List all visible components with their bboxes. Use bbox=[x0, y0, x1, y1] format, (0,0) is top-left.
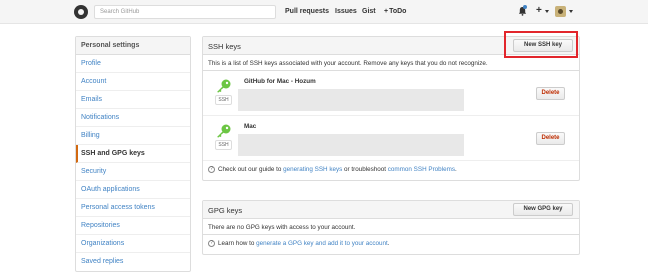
ssh-help-mid: or troubleshoot bbox=[342, 166, 388, 174]
sidebar-item-security[interactable]: Security bbox=[76, 163, 190, 181]
nav-pull-requests[interactable]: Pull requests bbox=[285, 8, 329, 15]
sidebar-item-profile[interactable]: Profile bbox=[76, 55, 190, 73]
create-new-icon[interactable]: + bbox=[536, 5, 542, 16]
key-fingerprint-redacted bbox=[238, 89, 464, 111]
generate-gpg-key-link[interactable]: generate a GPG key and add it to your ac… bbox=[256, 240, 388, 247]
chevron-down-icon[interactable] bbox=[569, 10, 573, 13]
sidebar-item-oauth-applications[interactable]: OAuth applications bbox=[76, 181, 190, 199]
github-logo-icon[interactable] bbox=[74, 5, 88, 19]
common-ssh-problems-link[interactable]: common SSH Problems bbox=[388, 166, 455, 173]
new-gpg-key-button[interactable]: New GPG key bbox=[513, 203, 573, 216]
nav-todo[interactable]: +ToDo bbox=[384, 8, 406, 15]
sidebar-item-notifications[interactable]: Notifications bbox=[76, 109, 190, 127]
sidebar-item-emails[interactable]: Emails bbox=[76, 91, 190, 109]
avatar[interactable] bbox=[555, 6, 566, 17]
delete-key-button[interactable]: Delete bbox=[536, 87, 565, 100]
sidebar-item-repositories[interactable]: Repositories bbox=[76, 217, 190, 235]
key-type-badge: SSH bbox=[215, 95, 232, 105]
sidebar-item-account[interactable]: Account bbox=[76, 73, 190, 91]
question-circle-icon: ? bbox=[208, 166, 215, 173]
ssh-keys-help: ? Check out our guide to generating SSH k… bbox=[203, 161, 579, 180]
key-fingerprint-redacted bbox=[238, 134, 464, 156]
ssh-keys-title: SSH keys bbox=[208, 42, 241, 51]
nav-gist[interactable]: Gist bbox=[362, 8, 376, 15]
gpg-keys-header: GPG keys New GPG key bbox=[203, 201, 579, 219]
ssh-key-row: SSH Mac Delete bbox=[203, 116, 579, 161]
gpg-keys-title: GPG keys bbox=[208, 206, 243, 215]
ssh-help-prefix: Check out our guide to bbox=[218, 166, 284, 174]
ssh-key-title: Mac bbox=[244, 123, 257, 130]
sidebar-item-billing[interactable]: Billing bbox=[76, 127, 190, 145]
key-icon bbox=[217, 124, 231, 138]
generating-ssh-keys-link[interactable]: generating SSH keys bbox=[283, 166, 342, 173]
search-input[interactable]: Search GitHub bbox=[94, 5, 276, 19]
plus-icon: + bbox=[384, 8, 389, 15]
top-header: Search GitHub Pull requests Issues Gist … bbox=[0, 0, 648, 24]
ssh-key-title: GitHub for Mac - Hozum bbox=[244, 78, 316, 85]
annotation-highlight bbox=[504, 31, 578, 58]
sidebar-item-personal-access-tokens[interactable]: Personal access tokens bbox=[76, 199, 190, 217]
sidebar-item-saved-replies[interactable]: Saved replies bbox=[76, 253, 190, 271]
question-circle-icon: ? bbox=[208, 240, 215, 247]
ssh-help-suffix: . bbox=[454, 166, 457, 174]
delete-key-button[interactable]: Delete bbox=[536, 132, 565, 145]
gpg-help-prefix: Learn how to bbox=[218, 240, 257, 248]
gpg-keys-panel: GPG keys New GPG key There are no GPG ke… bbox=[202, 200, 580, 255]
nav-issues[interactable]: Issues bbox=[335, 8, 357, 15]
nav-todo-label: ToDo bbox=[389, 8, 407, 15]
gpg-keys-help: ? Learn how to generate a GPG key and add… bbox=[203, 235, 579, 254]
sidebar-title: Personal settings bbox=[76, 37, 190, 55]
key-icon bbox=[217, 79, 231, 93]
key-type-badge: SSH bbox=[215, 140, 232, 150]
settings-sidebar: Personal settings Profile Account Emails… bbox=[75, 36, 191, 272]
notification-dot bbox=[523, 5, 527, 9]
gpg-help-suffix: . bbox=[387, 240, 390, 248]
ssh-key-row: SSH GitHub for Mac - Hozum Delete bbox=[203, 71, 579, 116]
sidebar-item-ssh-gpg-keys[interactable]: SSH and GPG keys bbox=[76, 145, 190, 163]
gpg-keys-description: There are no GPG keys with access to you… bbox=[203, 219, 579, 235]
chevron-down-icon[interactable] bbox=[545, 10, 549, 13]
sidebar-item-organizations[interactable]: Organizations bbox=[76, 235, 190, 253]
